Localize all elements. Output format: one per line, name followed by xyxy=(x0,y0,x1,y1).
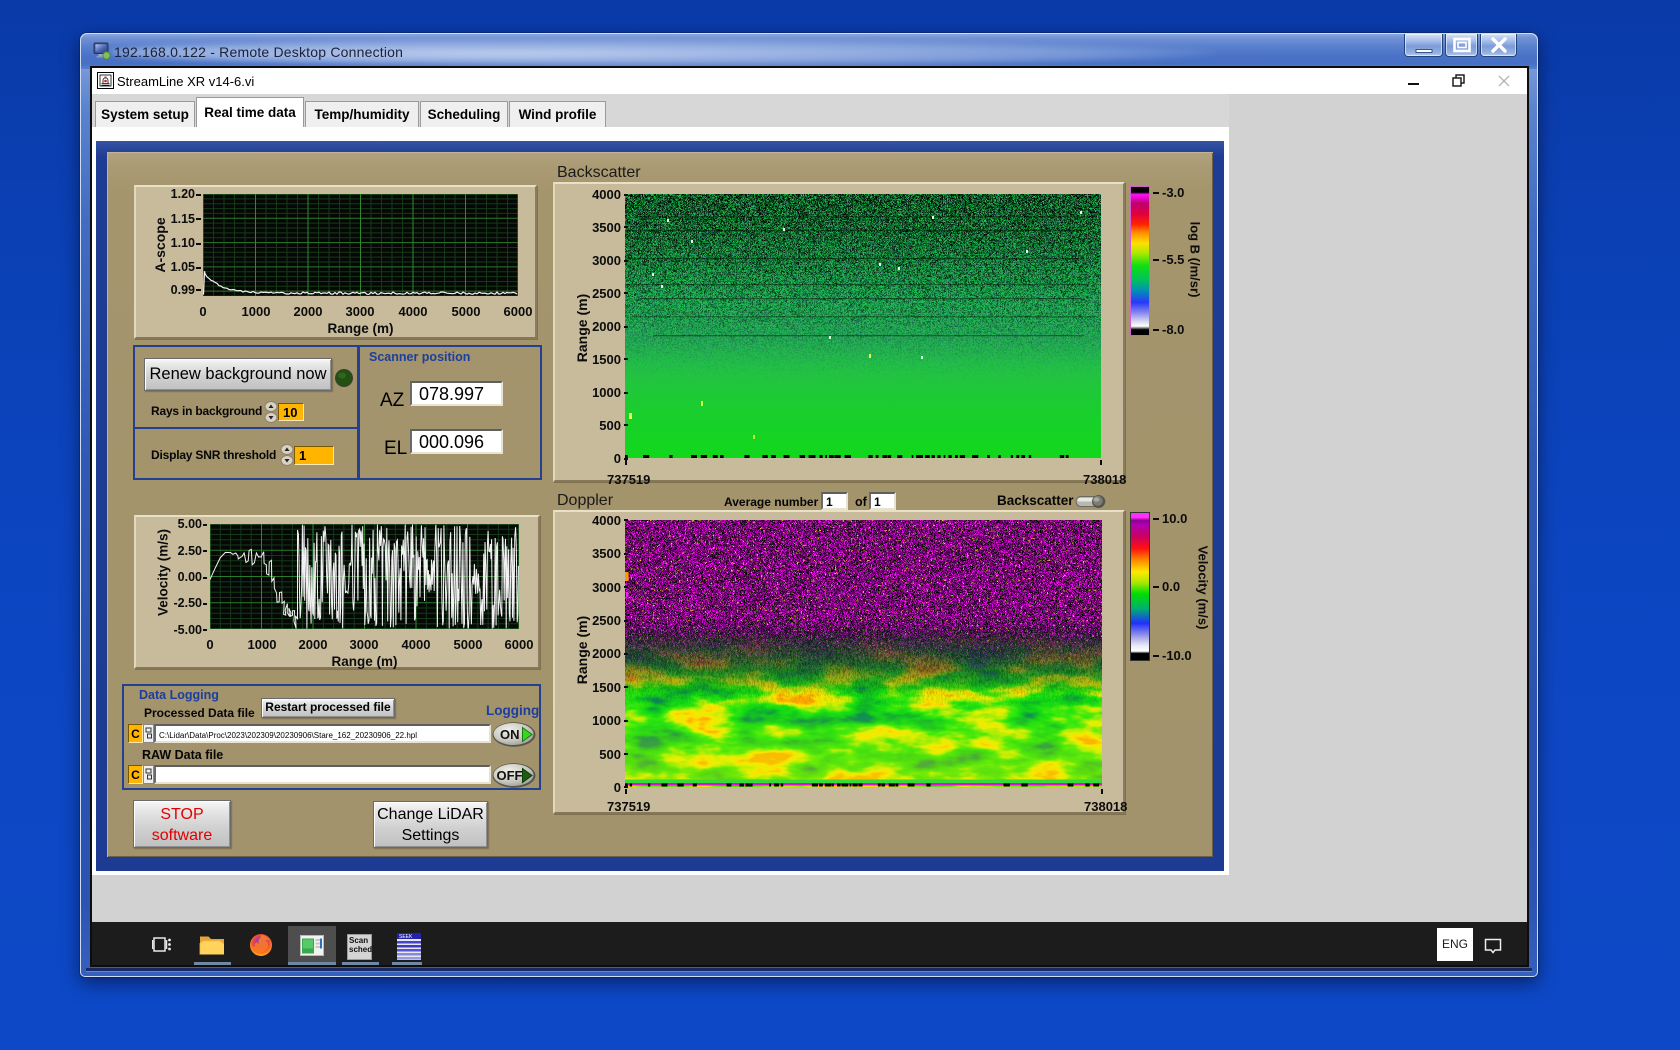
svg-text:SEEK: SEEK xyxy=(399,934,413,940)
svg-text:OFF: OFF xyxy=(497,768,523,783)
svg-text:ON: ON xyxy=(500,727,520,742)
